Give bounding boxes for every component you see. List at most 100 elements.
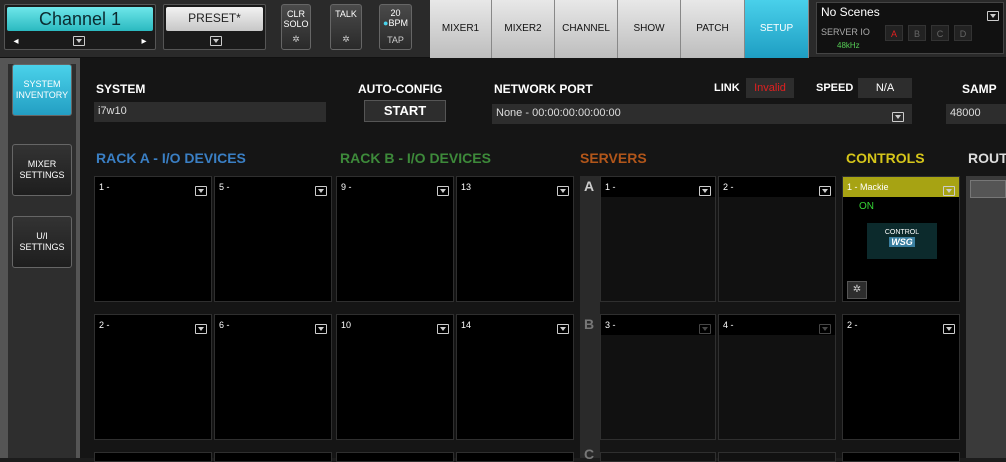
- server-a-slot-2[interactable]: 2 -: [718, 176, 836, 302]
- server-dropdown-icon[interactable]: [699, 320, 711, 338]
- system-name-field[interactable]: i7w10: [94, 102, 326, 122]
- control-dropdown-icon[interactable]: [943, 182, 955, 200]
- server-b-slot-3[interactable]: 3 -: [600, 314, 716, 440]
- tab-patch[interactable]: PATCH: [681, 0, 745, 58]
- control-surface-1[interactable]: 1 - Mackie ON CONTROL WSG ✲: [842, 176, 960, 302]
- rack-a-heading: RACK A - I/O DEVICES: [96, 150, 246, 166]
- server-dropdown-icon[interactable]: [819, 320, 831, 338]
- network-port-label: NETWORK PORT: [494, 82, 593, 96]
- sample-rate-label: SAMP: [962, 82, 997, 96]
- rack-a-device-3[interactable]: [94, 452, 212, 462]
- device-dropdown-icon[interactable]: [315, 182, 327, 200]
- device-slot-label: 6 -: [219, 320, 230, 330]
- tab-mixer2[interactable]: MIXER2: [492, 0, 555, 58]
- tap-label: TAP: [387, 35, 404, 45]
- sample-rate-field[interactable]: 48000: [946, 104, 1006, 124]
- server-d-indicator[interactable]: D: [954, 25, 972, 41]
- tab-setup[interactable]: SETUP: [745, 0, 809, 58]
- device-slot-label: 9 -: [341, 182, 352, 192]
- control-dropdown-icon[interactable]: [943, 320, 955, 338]
- control-slot-label: 2 -: [847, 320, 858, 330]
- tab-mixer1[interactable]: MIXER1: [430, 0, 492, 58]
- start-button[interactable]: START: [364, 100, 446, 122]
- device-dropdown-icon[interactable]: [437, 182, 449, 200]
- talk-label: TALK: [335, 9, 357, 19]
- server-slot-label: 3 -: [601, 315, 715, 335]
- system-label: SYSTEM: [96, 82, 146, 96]
- control-surface-3[interactable]: [842, 452, 960, 462]
- channel-name[interactable]: Channel 1: [7, 7, 153, 31]
- rack-b-device-15[interactable]: [456, 452, 574, 462]
- server-slot-label: 4 -: [719, 315, 835, 335]
- channel-selector[interactable]: Channel 1 ◂ ▸: [4, 4, 156, 50]
- rack-b-device-13[interactable]: 13: [456, 176, 574, 302]
- link-status: Invalid: [746, 78, 794, 98]
- server-dropdown-icon[interactable]: [819, 182, 831, 200]
- rack-a-device-7[interactable]: [214, 452, 332, 462]
- rack-a-device-1[interactable]: 1 -: [94, 176, 212, 302]
- rack-a-device-6[interactable]: 6 -: [214, 314, 332, 440]
- rack-b-device-11[interactable]: [336, 452, 454, 462]
- server-c-slot-6[interactable]: [718, 452, 836, 462]
- device-dropdown-icon[interactable]: [437, 320, 449, 338]
- network-port-value: None - 00:00:00:00:00:00: [496, 107, 621, 119]
- rack-a-device-5[interactable]: 5 -: [214, 176, 332, 302]
- talk-button[interactable]: TALK ✲: [330, 4, 362, 50]
- rack-b-device-9[interactable]: 9 -: [336, 176, 454, 302]
- top-bar: Channel 1 ◂ ▸ PRESET* CLR SOLO ✲ TALK ✲ …: [0, 0, 1006, 58]
- scenes-dropdown-icon[interactable]: [987, 7, 999, 25]
- device-dropdown-icon[interactable]: [195, 320, 207, 338]
- servers-heading: SERVERS: [580, 150, 647, 166]
- scenes-panel[interactable]: No Scenes SERVER IO A B C D 48kHz: [816, 2, 1004, 54]
- device-dropdown-icon[interactable]: [557, 182, 569, 200]
- network-port-field[interactable]: None - 00:00:00:00:00:00: [492, 104, 912, 124]
- scenes-title: No Scenes: [821, 5, 880, 19]
- server-c-slot-5[interactable]: [600, 452, 716, 462]
- controls-heading: CONTROLS: [846, 150, 925, 166]
- network-port-dropdown-icon[interactable]: [892, 108, 904, 126]
- server-b-indicator[interactable]: B: [908, 25, 926, 41]
- rack-a-device-2[interactable]: 2 -: [94, 314, 212, 440]
- preset-dropdown-icon[interactable]: [204, 35, 228, 49]
- logo-text-top: CONTROL: [884, 229, 920, 236]
- tab-show[interactable]: SHOW: [618, 0, 681, 58]
- server-a-slot-1[interactable]: 1 -: [600, 176, 716, 302]
- preset-selector[interactable]: PRESET*: [163, 4, 266, 50]
- device-dropdown-icon[interactable]: [315, 320, 327, 338]
- rack-b-device-10[interactable]: 10: [336, 314, 454, 440]
- sample-rate-indicator: 48kHz: [837, 41, 860, 50]
- device-dropdown-icon[interactable]: [557, 320, 569, 338]
- server-slot-label: 2 -: [719, 177, 835, 197]
- channel-dropdown-icon[interactable]: [67, 35, 91, 49]
- rack-b-heading: RACK B - I/O DEVICES: [340, 150, 491, 166]
- server-letter-c: C: [584, 446, 595, 462]
- server-dropdown-icon[interactable]: [699, 182, 711, 200]
- control-settings-gear-icon[interactable]: ✲: [847, 281, 867, 299]
- sidebar-item-system-inventory[interactable]: SYSTEM INVENTORY: [12, 64, 72, 116]
- rack-b-device-14[interactable]: 14: [456, 314, 574, 440]
- server-letter-a: A: [584, 178, 595, 194]
- server-a-indicator[interactable]: A: [885, 25, 903, 41]
- server-b-slot-4[interactable]: 4 -: [718, 314, 836, 440]
- link-label: LINK: [714, 82, 740, 94]
- control-surface-2[interactable]: 2 -: [842, 314, 960, 440]
- sidebar-item-mixer-settings[interactable]: MIXER SETTINGS: [12, 144, 72, 196]
- routing-panel: [966, 176, 1006, 458]
- next-channel-icon[interactable]: ▸: [137, 35, 151, 49]
- tab-channel[interactable]: CHANNEL: [555, 0, 618, 58]
- clr-solo-button[interactable]: CLR SOLO ✲: [281, 4, 311, 50]
- routing-button[interactable]: [970, 180, 1006, 198]
- server-c-indicator[interactable]: C: [931, 25, 949, 41]
- prev-channel-icon[interactable]: ◂: [9, 35, 23, 49]
- device-dropdown-icon[interactable]: [195, 182, 207, 200]
- device-slot-label: 10: [341, 320, 352, 330]
- server-io-label: SERVER IO: [821, 27, 870, 37]
- control-slot-label: 1 - Mackie: [843, 177, 959, 197]
- sidebar-item-ui-settings[interactable]: U/I SETTINGS: [12, 216, 72, 268]
- bpm-unit: BPM: [388, 18, 408, 28]
- tap-tempo-button[interactable]: 20 ●BPM TAP: [379, 4, 412, 50]
- preset-label[interactable]: PRESET*: [166, 7, 263, 31]
- speed-label: SPEED: [816, 82, 854, 94]
- control-wsg-logo: CONTROL WSG: [867, 223, 937, 259]
- sidebar: SYSTEM INVENTORY MIXER SETTINGS U/I SETT…: [0, 58, 80, 458]
